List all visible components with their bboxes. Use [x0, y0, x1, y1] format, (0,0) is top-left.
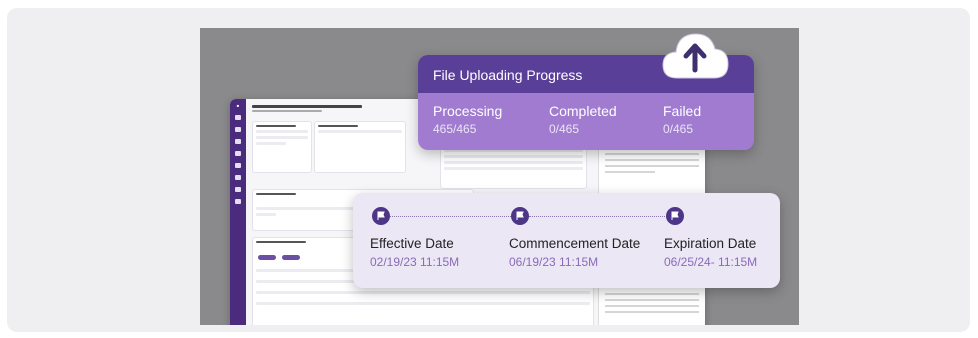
- stat-value: 0/465: [663, 122, 694, 136]
- flag-icon: [511, 207, 529, 225]
- stat-failed: Failed 0/465: [663, 103, 701, 136]
- key-dates-timeline-card: Effective Date 02/19/23 11:15M Commencem…: [353, 193, 780, 288]
- filter-chip[interactable]: [282, 255, 301, 260]
- summary-table: [440, 145, 587, 189]
- event-date: 02/19/23 11:15M: [370, 255, 460, 269]
- app-logo: ■: [236, 103, 240, 108]
- stat-label: Failed: [663, 103, 702, 119]
- event-name: Commencement Date: [509, 236, 641, 251]
- event-expiration-date: Expiration Date 06/25/24- 11:15M: [664, 236, 757, 269]
- flag-icon: [372, 207, 390, 225]
- sidebar-icon: [235, 151, 241, 156]
- sidebar-icon: [235, 115, 241, 120]
- stat-completed: Completed 0/465: [549, 103, 617, 136]
- event-name: Expiration Date: [664, 236, 757, 251]
- stat-label: Processing: [433, 103, 503, 119]
- timeline-connector: [383, 216, 519, 217]
- app-header: [252, 105, 362, 112]
- stat-processing: Processing 465/465: [433, 103, 502, 136]
- cloud-upload-icon: [659, 28, 731, 82]
- sidebar-icon: [235, 127, 241, 132]
- filter-chip[interactable]: [258, 255, 276, 260]
- app-sidebar: ■: [230, 99, 246, 325]
- sidebar-icon: [235, 199, 241, 204]
- event-effective-date: Effective Date 02/19/23 11:15M: [370, 236, 459, 269]
- contract-insights-panel: [252, 121, 312, 173]
- event-date: 06/25/24- 11:15M: [664, 255, 758, 269]
- event-date: 06/19/23 11:15M: [509, 255, 599, 269]
- event-commencement-date: Commencement Date 06/19/23 11:15M: [509, 236, 640, 269]
- stat-value: 465/465: [433, 122, 477, 136]
- stat-value: 0/465: [549, 122, 580, 136]
- event-name: Effective Date: [370, 236, 454, 251]
- sidebar-icon: [235, 187, 241, 192]
- upload-stats: Processing 465/465 Completed 0/465 Faile…: [418, 93, 754, 150]
- sidebar-icon: [235, 163, 241, 168]
- timeline-connector: [529, 216, 675, 217]
- sidebar-icon: [235, 139, 241, 144]
- stat-label: Completed: [549, 103, 617, 119]
- version-history-panel: [314, 121, 406, 173]
- sidebar-icon: [235, 175, 241, 180]
- flag-icon: [666, 207, 684, 225]
